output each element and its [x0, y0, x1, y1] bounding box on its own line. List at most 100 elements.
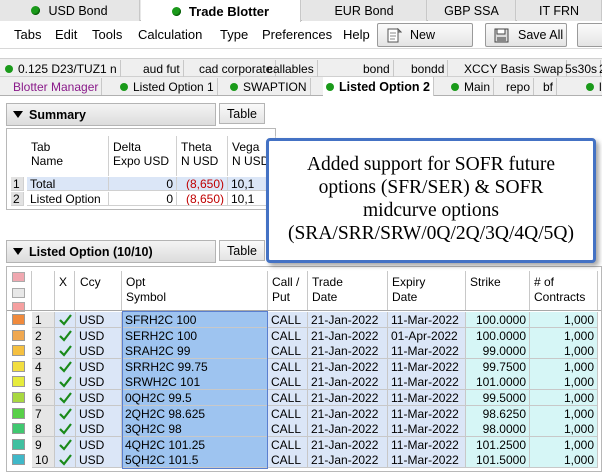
symbol-cell[interactable]: SFRH2C 100	[122, 312, 268, 328]
trade-date-cell[interactable]: 21-Jan-2022	[308, 358, 388, 375]
blotter-tab-1[interactable]: Listed Option 1	[117, 78, 218, 95]
trade-date-cell[interactable]: 21-Jan-2022	[308, 374, 388, 391]
symbol-cell[interactable]: 0QH2C 99.5	[122, 390, 268, 406]
listed-option-section-header[interactable]: Listed Option (10/10)	[6, 240, 216, 263]
trade-date-cell[interactable]: 21-Jan-2022	[308, 390, 388, 406]
collapse-triangle-icon[interactable]	[13, 248, 23, 255]
strike-cell[interactable]: 100.0000	[466, 327, 530, 344]
contracts-cell[interactable]: 1,000	[530, 343, 598, 360]
ccy-cell[interactable]: USD	[76, 436, 122, 453]
ccy-cell[interactable]: USD	[76, 374, 122, 391]
blotter-tab-4[interactable]: Main	[448, 78, 495, 95]
ccy-cell[interactable]: USD	[76, 312, 122, 328]
new-button[interactable]: New	[377, 23, 473, 47]
strike-cell[interactable]: 101.0000	[466, 374, 530, 391]
expiry-date-cell[interactable]: 11-Mar-2022	[388, 421, 466, 438]
select-checkbox[interactable]	[55, 436, 76, 453]
listed-column-header[interactable]: Opt Symbol	[122, 271, 268, 310]
contracts-cell[interactable]: 1,000	[530, 421, 598, 438]
filter-tab-6[interactable]: XCCY Basis Swap	[461, 60, 568, 77]
summary-name-cell[interactable]: Total	[27, 177, 109, 191]
trade-date-cell[interactable]: 21-Jan-2022	[308, 327, 388, 344]
expiry-date-cell[interactable]: 11-Mar-2022	[388, 436, 466, 453]
trade-date-cell[interactable]: 21-Jan-2022	[308, 312, 388, 328]
save-all-button[interactable]: Save All	[485, 23, 567, 47]
top-tab-3[interactable]: GBP SSA	[428, 0, 516, 21]
select-checkbox[interactable]	[55, 327, 76, 344]
summary-delta-cell[interactable]: 0	[109, 192, 177, 206]
strike-cell[interactable]: 98.6250	[466, 405, 530, 422]
call-put-cell[interactable]: CALL	[268, 436, 308, 453]
expiry-date-cell[interactable]: 11-Mar-2022	[388, 374, 466, 391]
expiry-date-cell[interactable]: 11-Mar-2022	[388, 390, 466, 406]
symbol-cell[interactable]: SRWH2C 101	[122, 374, 268, 391]
trade-date-cell[interactable]: 21-Jan-2022	[308, 436, 388, 453]
expiry-date-cell[interactable]: 01-Apr-2022	[388, 327, 466, 344]
collapse-triangle-icon[interactable]	[13, 111, 23, 118]
contracts-cell[interactable]: 1,000	[530, 312, 598, 328]
ccy-cell[interactable]: USD	[76, 358, 122, 375]
strike-cell[interactable]: 99.7500	[466, 358, 530, 375]
call-put-cell[interactable]: CALL	[268, 312, 308, 328]
expiry-date-cell[interactable]: 11-Mar-2022	[388, 405, 466, 422]
call-put-cell[interactable]: CALL	[268, 358, 308, 375]
summary-column-header[interactable]: Tab Name	[27, 136, 109, 176]
select-checkbox[interactable]	[55, 390, 76, 406]
top-tab-1[interactable]: Trade Blotter	[141, 0, 301, 22]
call-put-cell[interactable]: CALL	[268, 452, 308, 469]
contracts-cell[interactable]: 1,000	[530, 452, 598, 469]
blotter-tab-6[interactable]: bf	[540, 78, 558, 95]
select-checkbox[interactable]	[55, 312, 76, 328]
strike-cell[interactable]: 99.5000	[466, 390, 530, 406]
call-put-cell[interactable]: CALL	[268, 327, 308, 344]
filter-tab-5[interactable]: bondd	[408, 60, 449, 77]
select-checkbox[interactable]	[55, 343, 76, 360]
select-checkbox[interactable]	[55, 358, 76, 375]
menu-item-4[interactable]: Type	[220, 27, 248, 42]
filter-tab-3[interactable]: callables	[264, 60, 318, 77]
contracts-cell[interactable]: 1,000	[530, 358, 598, 375]
ccy-cell[interactable]: USD	[76, 327, 122, 344]
contracts-cell[interactable]: 1,000	[530, 436, 598, 453]
contracts-cell[interactable]: 1,000	[530, 374, 598, 391]
select-checkbox[interactable]	[55, 452, 76, 469]
strike-cell[interactable]: 99.0000	[466, 343, 530, 360]
menu-item-5[interactable]: Preferences	[262, 27, 332, 42]
select-checkbox[interactable]	[55, 405, 76, 422]
listed-column-header[interactable]: Ccy	[76, 271, 122, 310]
call-put-cell[interactable]: CALL	[268, 343, 308, 360]
top-tab-2[interactable]: EUR Bond	[302, 0, 427, 21]
strike-cell[interactable]: 98.0000	[466, 421, 530, 438]
listed-column-header[interactable]: Strike	[466, 271, 530, 310]
symbol-cell[interactable]: 5QH2C 101.5	[122, 452, 268, 469]
summary-vega-cell[interactable]: 10,1	[228, 192, 268, 206]
listed-column-header[interactable]: Call / Put	[268, 271, 308, 310]
menu-item-3[interactable]: Calculation	[138, 27, 202, 42]
trade-date-cell[interactable]: 21-Jan-2022	[308, 405, 388, 422]
call-put-cell[interactable]: CALL	[268, 421, 308, 438]
blotter-tab-2[interactable]: SWAPTION	[227, 78, 311, 95]
strike-cell[interactable]: 101.5000	[466, 452, 530, 469]
expiry-date-cell[interactable]: 11-Mar-2022	[388, 312, 466, 328]
strike-cell[interactable]: 100.0000	[466, 312, 530, 328]
ccy-cell[interactable]: USD	[76, 405, 122, 422]
call-put-cell[interactable]: CALL	[268, 390, 308, 406]
summary-vega-cell[interactable]: 10,1	[228, 177, 268, 191]
expiry-date-cell[interactable]: 11-Mar-2022	[388, 358, 466, 375]
filter-tab-4[interactable]: bond	[360, 60, 394, 77]
filter-tab-1[interactable]: aud fut	[140, 60, 184, 77]
summary-table-button[interactable]: Table	[219, 103, 265, 124]
summary-column-header[interactable]: Delta Expo USD	[109, 136, 177, 176]
summary-name-cell[interactable]: Listed Option	[27, 192, 109, 206]
menu-item-2[interactable]: Tools	[92, 27, 122, 42]
filter-tab-8[interactable]: 2/	[596, 60, 602, 77]
symbol-cell[interactable]: 2QH2C 98.625	[122, 405, 268, 422]
blotter-tab-5[interactable]: repo	[503, 78, 535, 95]
select-checkbox[interactable]	[55, 421, 76, 438]
call-put-cell[interactable]: CALL	[268, 374, 308, 391]
blotter-tab-7[interactable]: li	[583, 78, 602, 95]
trade-date-cell[interactable]: 21-Jan-2022	[308, 343, 388, 360]
trade-date-cell[interactable]: 21-Jan-2022	[308, 421, 388, 438]
listed-column-header[interactable]: X	[55, 271, 75, 310]
blotter-tab-0[interactable]: Blotter Manager	[10, 78, 103, 95]
